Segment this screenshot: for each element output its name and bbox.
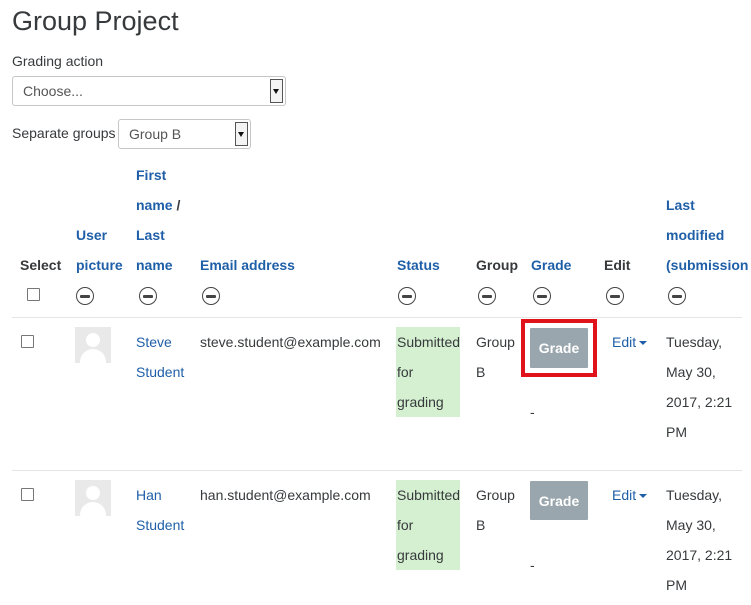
chevron-down-icon[interactable] [270,79,283,103]
collapse-column-icon[interactable] [398,287,416,305]
status-badge: Submitted for grading [396,327,460,417]
row-divider [12,470,742,471]
column-header-email[interactable]: Email address [200,250,295,280]
column-header-user-picture[interactable]: User picture [76,220,123,280]
collapse-column-icon[interactable] [76,287,94,305]
collapse-column-icon[interactable] [202,287,220,305]
collapse-column-icon[interactable] [533,287,551,305]
column-header-name[interactable]: First name / Last name [136,160,180,280]
grading-action-select[interactable]: Choose... [12,76,286,106]
edit-menu[interactable]: Edit [612,480,648,510]
column-header-group: Group [476,257,518,273]
page-title: Group Project [12,6,179,36]
separate-groups-select[interactable]: Group B [118,119,251,149]
last-modified-cell: Tuesday, May 30, 2017, 2:21 PM [666,487,733,593]
row-select-checkbox[interactable] [21,488,34,501]
status-badge: Submitted for grading [396,480,460,570]
grade-value: - [530,404,535,420]
collapse-column-icon[interactable] [606,287,624,305]
column-header-grade[interactable]: Grade [531,250,571,280]
edit-menu[interactable]: Edit [612,327,648,357]
column-header-status[interactable]: Status [397,250,440,280]
grade-button[interactable]: Grade [530,328,588,368]
caret-down-icon [639,494,648,499]
separate-groups-value: Group B [129,126,182,142]
student-name-link[interactable]: Han Student [136,480,184,540]
avatar [75,480,111,516]
grade-value: - [530,557,535,573]
column-header-select: Select [20,257,62,273]
grade-button[interactable]: Grade [530,481,588,520]
collapse-column-icon[interactable] [668,287,686,305]
group-cell: Group B [476,334,515,380]
student-name-link[interactable]: Steve Student [136,327,184,387]
email-cell: han.student@example.com [200,487,371,503]
chevron-down-icon[interactable] [235,122,248,146]
column-header-last-modified[interactable]: Last modified (submission [666,190,748,280]
separate-groups-label: Separate groups [12,125,116,141]
grading-action-label: Grading action [12,53,104,69]
last-modified-cell: Tuesday, May 30, 2017, 2:21 PM [666,334,733,440]
column-header-edit: Edit [604,257,631,273]
collapse-column-icon[interactable] [139,287,157,305]
collapse-column-icon[interactable] [478,287,496,305]
caret-down-icon [639,341,648,346]
select-all-checkbox[interactable] [27,288,40,301]
row-divider [12,317,742,318]
group-cell: Group B [476,487,515,533]
email-cell: steve.student@example.com [200,334,381,350]
avatar [75,327,111,363]
grading-action-value: Choose... [23,83,83,99]
row-select-checkbox[interactable] [21,335,34,348]
